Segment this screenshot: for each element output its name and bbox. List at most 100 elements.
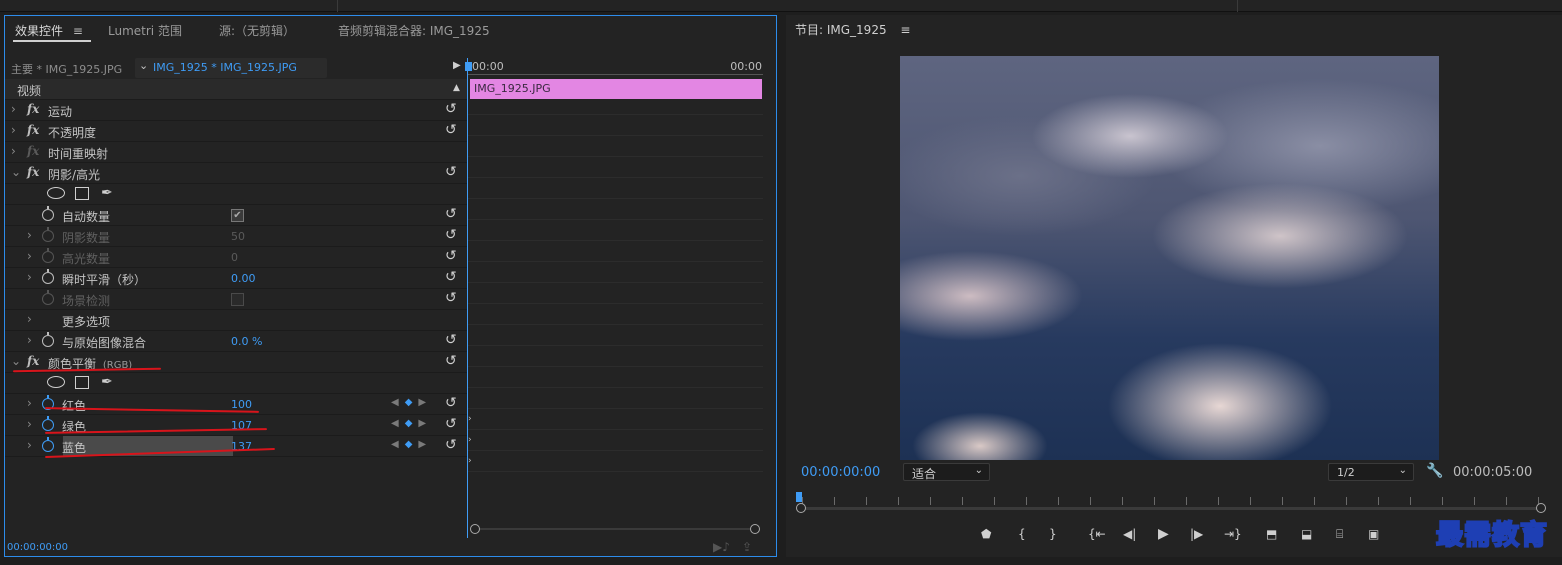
reset-icon[interactable]: ↺ — [445, 353, 457, 369]
scroll-up-icon[interactable]: ▲ — [453, 83, 460, 93]
keyframe-marker-icon[interactable]: › — [468, 414, 472, 424]
export-frame-camera-icon[interactable]: ⌸ — [1336, 527, 1343, 542]
tab-effect-controls[interactable]: 效果控件 ≡ — [15, 22, 83, 39]
scrub-track[interactable] — [802, 507, 1542, 510]
keyframe-nav[interactable]: ◀◆▶ — [391, 397, 432, 408]
chevron-right-icon[interactable]: › — [11, 144, 16, 158]
chevron-right-icon[interactable]: › — [27, 228, 32, 242]
pen-mask-icon[interactable]: ✒ — [101, 374, 113, 390]
tab-lumetri-scopes[interactable]: Lumetri 范围 — [108, 22, 182, 39]
chevron-down-icon[interactable]: ⌄ — [11, 354, 21, 368]
stopwatch-icon[interactable] — [42, 437, 54, 452]
chevron-right-icon[interactable]: › — [27, 333, 32, 347]
master-clip-label[interactable]: 主要 * IMG_1925.JPG — [11, 61, 122, 77]
time-ruler[interactable] — [468, 74, 763, 75]
rectangle-mask-icon[interactable] — [75, 376, 89, 392]
reset-icon[interactable]: ↺ — [445, 101, 457, 117]
chevron-right-icon[interactable]: › — [27, 270, 32, 284]
extract-icon[interactable]: ⬓ — [1301, 527, 1312, 541]
rectangle-mask-icon[interactable] — [75, 187, 89, 203]
fx-icon[interactable]: fx — [27, 102, 39, 116]
reset-icon[interactable]: ↺ — [445, 164, 457, 180]
scrollbar-right-handle[interactable] — [750, 524, 760, 534]
effect-row-shadow-highlight[interactable]: ⌄ fx 阴影/高光 ↺ — [5, 163, 467, 184]
reset-icon[interactable]: ↺ — [445, 332, 457, 348]
clip-bar[interactable]: IMG_1925.JPG — [470, 79, 762, 99]
mark-in-icon[interactable]: { — [1018, 527, 1026, 541]
property-value[interactable]: 100 — [231, 398, 252, 411]
scene-detect-checkbox[interactable] — [231, 293, 244, 306]
chevron-down-icon[interactable]: ⌄ — [11, 165, 21, 179]
reset-icon[interactable]: ↺ — [445, 437, 457, 453]
zoom-right-handle[interactable] — [1536, 503, 1546, 513]
ellipse-mask-icon[interactable] — [47, 376, 65, 391]
playhead[interactable] — [465, 62, 472, 71]
video-preview-sky-clouds-image[interactable] — [900, 56, 1439, 460]
playhead[interactable] — [796, 492, 802, 502]
tab-audio-clip-mixer[interactable]: 音频剪辑混合器: IMG_1925 — [338, 22, 490, 39]
effect-row-motion[interactable]: › fx 运动 ↺ — [5, 100, 467, 121]
keyframe-nav[interactable]: ◀◆▶ — [391, 418, 432, 429]
chevron-right-icon[interactable]: › — [27, 438, 32, 452]
reset-icon[interactable]: ↺ — [445, 269, 457, 285]
fx-icon[interactable]: fx — [27, 165, 39, 179]
comparison-view-icon[interactable]: ▣ — [1368, 527, 1379, 541]
property-value[interactable]: 0.0 % — [231, 335, 262, 348]
pen-mask-icon[interactable]: ✒ — [101, 185, 113, 201]
clip-selector[interactable]: ⌄ IMG_1925 * IMG_1925.JPG — [135, 58, 327, 78]
go-to-out-icon[interactable]: ⇥} — [1224, 527, 1242, 541]
timeline-zoom-scrollbar[interactable] — [470, 524, 760, 534]
fx-icon[interactable]: fx — [27, 123, 39, 137]
audio-scrub-icon[interactable]: ▶♪ — [713, 540, 730, 554]
reset-icon[interactable]: ↺ — [445, 227, 457, 243]
effect-controls-timeline[interactable]: 00:00 00:00 IMG_1925.JPG › › › — [465, 58, 776, 538]
stopwatch-icon[interactable] — [42, 269, 54, 284]
keyframe-marker-icon[interactable]: › — [468, 456, 472, 466]
lift-icon[interactable]: ⬒ — [1266, 527, 1277, 541]
wrench-settings-icon[interactable]: 🔧 — [1426, 463, 1443, 479]
property-value[interactable]: 0.00 — [231, 272, 256, 285]
effect-row-time-remap[interactable]: › fx 时间重映射 — [5, 142, 467, 163]
add-marker-icon[interactable]: ⬟ — [981, 527, 991, 541]
keyframe-nav[interactable]: ◀◆▶ — [391, 439, 432, 450]
mark-out-icon[interactable]: } — [1049, 527, 1057, 541]
panel-menu-icon[interactable]: ≡ — [900, 23, 910, 37]
footer-timecode[interactable]: 00:00:00:00 — [7, 542, 68, 553]
chevron-right-icon[interactable]: › — [27, 312, 32, 326]
keyframe-marker-icon[interactable]: › — [468, 435, 472, 445]
program-scrub-bar[interactable] — [796, 492, 1548, 515]
export-icon[interactable]: ⇪ — [742, 540, 752, 554]
playhead-timecode[interactable]: 00:00:00:00 — [801, 465, 880, 480]
play-triangle-icon[interactable]: ▶ — [453, 60, 461, 71]
program-monitor-tab[interactable]: 节目: IMG_1925 ≡ — [795, 21, 910, 38]
ellipse-mask-icon[interactable] — [47, 187, 65, 202]
fx-icon[interactable]: fx — [27, 354, 39, 368]
fit-zoom-select[interactable]: 适合 ⌄ — [903, 463, 990, 481]
chevron-right-icon[interactable]: › — [27, 417, 32, 431]
effect-row-opacity[interactable]: › fx 不透明度 ↺ — [5, 121, 467, 142]
stopwatch-icon[interactable] — [42, 416, 54, 431]
reset-icon[interactable]: ↺ — [445, 416, 457, 432]
chevron-right-icon[interactable]: › — [27, 249, 32, 263]
chevron-right-icon[interactable]: › — [11, 102, 16, 116]
playback-resolution-select[interactable]: 1/2 ⌄ — [1328, 463, 1414, 481]
stopwatch-icon[interactable] — [42, 332, 54, 347]
auto-amount-checkbox[interactable]: ✔ — [231, 209, 244, 222]
property-row-more-options[interactable]: › 更多选项 — [5, 310, 467, 331]
reset-icon[interactable]: ↺ — [445, 122, 457, 138]
stopwatch-icon[interactable] — [42, 206, 54, 221]
step-forward-icon[interactable]: |▶ — [1190, 527, 1203, 541]
chevron-right-icon[interactable]: › — [11, 123, 16, 137]
reset-icon[interactable]: ↺ — [445, 206, 457, 222]
tab-source[interactable]: 源:（无剪辑） — [219, 22, 295, 39]
reset-icon[interactable]: ↺ — [445, 395, 457, 411]
chevron-right-icon[interactable]: › — [27, 396, 32, 410]
scrollbar-left-handle[interactable] — [470, 524, 480, 534]
effect-row-color-balance[interactable]: ⌄ fx 颜色平衡 (RGB) ↺ — [5, 352, 467, 373]
step-back-icon[interactable]: ◀| — [1123, 527, 1136, 541]
go-to-in-icon[interactable]: {⇤ — [1088, 527, 1106, 541]
reset-icon[interactable]: ↺ — [445, 248, 457, 264]
reset-icon[interactable]: ↺ — [445, 290, 457, 306]
panel-menu-icon[interactable]: ≡ — [73, 24, 83, 38]
play-icon[interactable]: ▶ — [1158, 526, 1169, 542]
